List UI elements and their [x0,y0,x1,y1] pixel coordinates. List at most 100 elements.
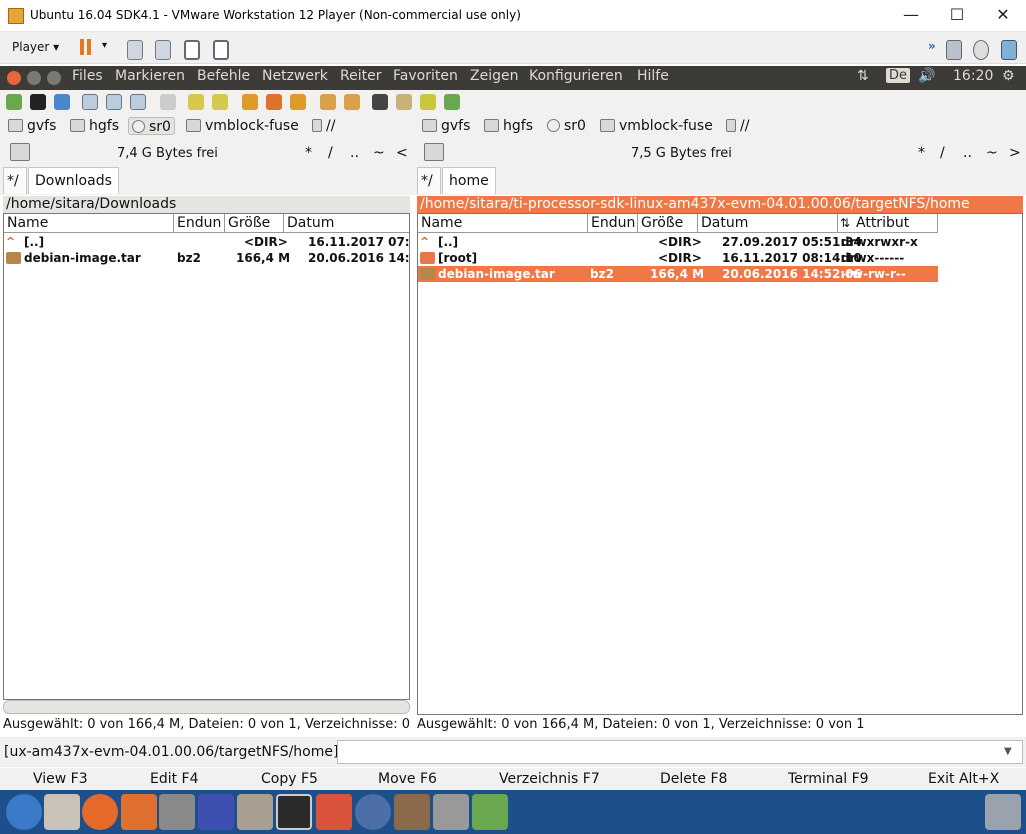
network-app-icon[interactable] [355,794,391,830]
drive-vmblock-right[interactable]: vmblock-fuse [600,117,713,135]
keyboard-layout-indicator[interactable]: De [886,68,911,83]
right-col-ext[interactable]: Endun [588,214,638,233]
delete-f8-button[interactable]: Delete F8 [660,771,727,787]
right-nav-history[interactable]: > [1009,145,1021,161]
right-col-date[interactable]: Datum [698,214,838,233]
table-row[interactable]: debian-image.tar bz2 166,4 M 20.06.2016 … [4,250,409,266]
pause-icon[interactable] [80,39,84,55]
network-device-icon[interactable] [1001,40,1017,60]
cd-device-icon[interactable] [973,40,989,60]
move-icon[interactable] [266,94,282,110]
maximize-button[interactable]: ☐ [934,0,980,32]
left-nav-up[interactable]: .. [350,145,359,161]
close-button[interactable]: ✕ [980,0,1026,32]
table-row[interactable]: ^ [..] <DIR> 27.09.2017 05:51:34 drwxrwx… [418,234,938,250]
network-arrows-icon[interactable]: ⇅ [857,68,869,84]
view-f3-button[interactable]: View F3 [33,771,88,787]
right-path-bar[interactable]: /home/sitara/ti-processor-sdk-linux-am43… [417,196,1023,213]
menu-markieren[interactable]: Markieren [115,68,185,84]
refresh-icon[interactable] [6,94,22,110]
right-nav-up[interactable]: .. [963,145,972,161]
software-center-icon[interactable] [121,794,157,830]
sync-icon[interactable] [420,94,436,110]
menu-befehle[interactable]: Befehle [197,68,250,84]
package-icon[interactable] [237,794,273,830]
edit-f4-button[interactable]: Edit F4 [150,771,199,787]
mkdir-f7-button[interactable]: Verzeichnis F7 [499,771,600,787]
left-horizontal-scrollbar[interactable] [3,700,410,714]
instruments-icon[interactable] [394,794,430,830]
tree-icon[interactable] [160,94,176,110]
close-window-icon[interactable] [7,71,21,85]
tab-home[interactable]: home [442,167,496,194]
left-tab-prefix[interactable]: */ [3,167,27,194]
left-file-list[interactable]: Name Endun Größe Datum ^ [..] <DIR> 16.1… [3,213,410,700]
settings-gear-icon[interactable]: ⚙ [1002,68,1015,84]
double-commander-icon[interactable] [316,794,352,830]
left-nav-slash[interactable]: / [328,145,333,161]
maximize-window-icon[interactable] [47,71,61,85]
drive-hgfs-left[interactable]: hgfs [70,117,119,135]
unpack-icon[interactable] [344,94,360,110]
ubuntu-dash-icon[interactable] [6,794,42,830]
right-tab-prefix[interactable]: */ [417,167,441,194]
table-row[interactable]: ^ [..] <DIR> 16.11.2017 07:54: [4,234,409,250]
terminal-icon[interactable] [30,94,46,110]
firefox-icon[interactable] [82,794,118,830]
drive-sr0-right[interactable]: sr0 [547,117,586,135]
menu-netzwerk[interactable]: Netzwerk [262,68,328,84]
files-icon[interactable] [44,794,80,830]
terminal-f9-button[interactable]: Terminal F9 [788,771,869,787]
options-icon[interactable] [54,94,70,110]
table-row-selected[interactable]: debian-image.tar bz2 166,4 M 20.06.2016 … [418,266,938,282]
copy-f5-button[interactable]: Copy F5 [261,771,318,787]
right-nav-home[interactable]: ~ [986,145,998,161]
menu-hilfe[interactable]: Hilfe [637,68,669,84]
left-col-date[interactable]: Datum [284,214,409,233]
menu-konfigurieren[interactable]: Konfigurieren [529,68,623,84]
unity-icon[interactable] [213,40,229,60]
drive-gvfs-left[interactable]: gvfs [8,117,56,135]
drive-hgfs-right[interactable]: hgfs [484,117,533,135]
save-icon[interactable] [198,794,234,830]
command-history-dropdown-icon[interactable]: ▼ [1004,746,1012,757]
left-col-name[interactable]: Name [4,214,174,233]
right-nav-slash[interactable]: / [940,145,945,161]
thumbnail-view-icon[interactable] [130,94,146,110]
minimize-window-icon[interactable] [27,71,41,85]
left-path-bar[interactable]: /home/sitara/Downloads [3,196,410,213]
minimize-button[interactable]: — [888,0,934,32]
send-ctrl-alt-del-icon[interactable] [127,40,143,60]
forward-icon[interactable] [212,94,228,110]
monitor-icon[interactable] [472,794,508,830]
command-input[interactable] [337,740,1023,764]
move-f6-button[interactable]: Move F6 [378,771,437,787]
fullscreen-icon[interactable] [184,40,200,60]
right-col-size[interactable]: Größe [638,214,698,233]
left-col-ext[interactable]: Endun [174,214,225,233]
harddisk-device-icon[interactable] [946,40,962,60]
volume-icon[interactable]: 🔊 [918,68,935,84]
right-nav-root-marker[interactable]: * [918,145,925,161]
more-icon[interactable]: » [928,39,936,59]
left-drive-icon[interactable] [10,143,30,161]
drive-vmblock-left[interactable]: vmblock-fuse [186,117,299,135]
clock[interactable]: 16:20 [953,68,993,84]
player-menu-button[interactable]: Player ▾ [12,40,59,60]
right-col-attr[interactable]: ⇅ Attribut [838,214,938,233]
left-nav-home[interactable]: ~ [373,145,385,161]
table-row[interactable]: [root] <DIR> 16.11.2017 08:14:10 drwx---… [418,250,938,266]
drive-gvfs-right[interactable]: gvfs [422,117,470,135]
exit-button[interactable]: Exit Alt+X [928,771,999,787]
left-nav-history[interactable]: < [396,145,408,161]
menu-favoriten[interactable]: Favoriten [393,68,458,84]
trash-icon[interactable] [985,794,1021,830]
right-drive-icon[interactable] [424,143,444,161]
menu-reiter[interactable]: Reiter [340,68,381,84]
tab-downloads[interactable]: Downloads [28,167,119,194]
drive-root-right[interactable]: // [726,117,749,135]
removable-devices-icon[interactable] [155,40,171,60]
drive-root-left[interactable]: // [312,117,335,135]
search-icon[interactable] [372,94,388,110]
pack-icon[interactable] [320,94,336,110]
